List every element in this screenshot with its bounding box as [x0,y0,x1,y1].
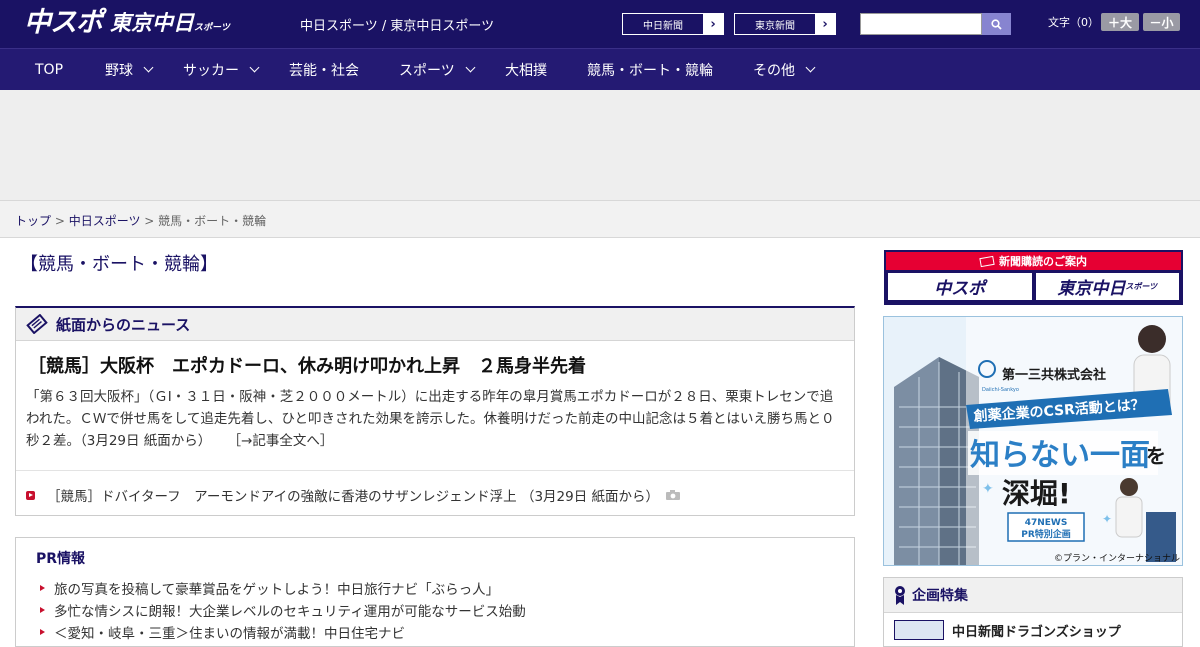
nav-soccer[interactable]: サッカー [183,49,260,90]
pr-item[interactable]: ＜愛知・岐阜・三重＞住まいの情報が満載！中日住宅ナビ [40,622,405,642]
subscription-header[interactable]: 新聞購読のご案内 [886,252,1181,270]
ad-badge2: PR特別企画 [1021,528,1071,540]
subscription-title: 新聞購読のご案内 [999,255,1087,268]
logo-chunichi-sports[interactable]: 中スポ [24,6,103,40]
chevron-down-icon [805,62,816,73]
pr-title: PR情報 [36,551,86,567]
chunichi-shimbun-button[interactable]: 中日新聞 › [622,13,724,35]
video-play-icon [26,490,35,500]
search-button[interactable] [982,13,1011,35]
display-ad[interactable]: Daiichi-Sankyo 第一三共株式会社 創薬企業のCSR活動とは？ 知ら… [883,316,1183,566]
nav-sports[interactable]: スポーツ [399,49,476,90]
breadcrumb-top-link[interactable]: トップ [15,214,51,228]
nav-label: 芸能・社会 [289,62,359,79]
tokyo-shimbun-button[interactable]: 東京新聞 › [734,13,836,35]
subscribe-tokyo-chunichi-sports[interactable]: 東京中日 スポーツ [1035,273,1179,300]
header-bar: 中スポ 東京中日スポーツ 中日スポーツ / 東京中日スポーツ 中日新聞 › 東京… [0,0,1200,48]
nav-label: TOP [35,61,64,78]
nav-label: その他 [753,62,795,79]
ad-headline-wo: を [1146,444,1166,468]
nav-label: 大相撲 [505,62,547,79]
chevron-right-icon: › [703,14,723,34]
nav-baseball[interactable]: 野球 [105,49,154,90]
sub-news-item[interactable]: ［競馬］ドバイターフ アーモンドアイの強敵に香港のサザンレジェンド浮上 （3月2… [26,485,681,505]
page-title: 【競馬・ボート・競輪】 [20,254,218,275]
nav-entertainment[interactable]: 芸能・社会 [289,49,359,90]
chevron-down-icon [249,62,260,73]
ad-banner-space [0,90,1200,200]
sparkle-icon: ✦ [1102,512,1112,526]
ticket-icon [979,255,995,267]
lead-article-body: 「第６３回大阪杯」（ＧⅠ・３１日・阪神・芝２０００メートル）に出走する昨年の皐月… [26,386,844,452]
subscription-box: 新聞購読のご案内 中スポ 東京中日 スポーツ [884,250,1183,305]
nav-label: 野球 [105,62,133,79]
feature-box-header: 企画特集 [884,578,1182,613]
triangle-bullet-icon [40,585,45,591]
breadcrumb-separator: > [51,214,69,228]
pr-item[interactable]: 旅の写真を投稿して豪華賞品をゲットしよう！中日旅行ナビ「ぶらっ人」 [40,578,499,598]
search-input[interactable] [860,13,982,35]
newspaper-icon [26,314,48,334]
nav-other[interactable]: その他 [753,49,816,90]
nav-sumo[interactable]: 大相撲 [505,49,547,90]
chevron-right-icon: › [815,14,835,34]
pr-item-text: 旅の写真を投稿して豪華賞品をゲットしよう！中日旅行ナビ「ぶらっ人」 [54,582,500,598]
news-box-title: 紙面からのニュース [56,315,191,334]
nav-keiba[interactable]: 競馬・ボート・競輪 [587,49,713,90]
nav-label: スポーツ [399,62,455,79]
font-bigger-button[interactable]: ＋大 [1101,13,1139,31]
ribbon-medal-icon [895,586,905,605]
news-box-header: 紙面からのニュース [16,308,854,341]
news-box: 紙面からのニュース ［競馬］大阪杯 エポカドーロ、休み明け叩かれ上昇 ２馬身半先… [15,306,855,516]
feature-item[interactable]: 中日新聞ドラゴンズショップ [894,620,1121,640]
main-nav: TOP 野球 サッカー 芸能・社会 スポーツ 大相撲 競馬・ボート・競輪 その他 [0,48,1200,90]
breadcrumb: トップ > 中日スポーツ > 競馬・ボート・競輪 [15,212,266,229]
subscribe-chunichi-sports[interactable]: 中スポ [888,273,1032,300]
feature-box: 企画特集 中日新聞ドラゴンズショップ [883,577,1183,647]
pr-item-text: ＜愛知・岐阜・三重＞住まいの情報が満載！中日住宅ナビ [54,626,405,642]
nav-label: 競馬・ボート・競輪 [587,62,713,79]
pr-box: PR情報 旅の写真を投稿して豪華賞品をゲットしよう！中日旅行ナビ「ぶらっ人」 多… [15,537,855,647]
subscribe-tokyo-small: スポーツ [1125,282,1158,291]
ad-company: 第一三共株式会社 [1002,367,1106,383]
divider [16,470,854,471]
ad-headline1: 知らない一面 [970,438,1150,473]
feature-box-title: 企画特集 [912,588,968,604]
pr-item-text: 多忙な情シスに朗報！大企業レベルのセキュリティ運用が可能なサービス始動 [54,604,526,620]
font-smaller-button[interactable]: －小 [1143,13,1180,31]
nav-label: サッカー [183,62,239,79]
font-size-label: 文字（0） [1048,16,1099,29]
chevron-down-icon [465,62,476,73]
feature-thumbnail [894,620,944,640]
tokyo-shimbun-label: 東京新聞 [735,14,815,34]
logo-tokyo-text: 東京中日 [110,11,194,35]
logo-tokyo-chunichi-sports[interactable]: 東京中日スポーツ [110,8,230,43]
camera-icon [666,490,681,500]
breadcrumb-bar: トップ > 中日スポーツ > 競馬・ボート・競輪 [0,200,1200,238]
search-icon [991,18,1002,30]
breadcrumb-separator: > [140,214,159,228]
chunichi-shimbun-label: 中日新聞 [623,14,703,34]
ad-company-en: Daiichi-Sankyo [982,387,1019,393]
site-title: 中日スポーツ / 東京中日スポーツ [300,19,495,34]
nav-top[interactable]: TOP [35,49,63,90]
sub-news-text: ［競馬］ドバイターフ アーモンドアイの強敵に香港のサザンレジェンド浮上 （3月2… [47,489,660,505]
lead-article-text: 「第６３回大阪杯」（ＧⅠ・３１日・阪神・芝２０００メートル）に出走する昨年の皐月… [26,389,835,449]
read-more-link[interactable]: ［→記事全文へ］ [228,433,334,449]
subscription-logos: 中スポ 東京中日 スポーツ [886,270,1181,303]
feature-item-text: 中日新聞ドラゴンズショップ [952,624,1121,640]
ad-artwork: Daiichi-Sankyo 第一三共株式会社 創薬企業のCSR活動とは？ 知ら… [884,317,1182,565]
logo-tokyo-small: スポーツ [194,23,230,33]
pr-item[interactable]: 多忙な情シスに朗報！大企業レベルのセキュリティ運用が可能なサービス始動 [40,600,526,620]
lead-article-title[interactable]: ［競馬］大阪杯 エポカドーロ、休み明け叩かれ上昇 ２馬身半先着 [28,352,586,378]
sparkle-icon: ✦ [982,481,994,497]
breadcrumb-current: 競馬・ボート・競輪 [158,214,267,228]
ad-credit: ©プラン・インターナショナル [1054,553,1180,564]
chevron-down-icon [143,62,154,73]
ad-badge1: 47NEWS [1025,518,1068,528]
subscribe-tokyo-text: 東京中日 [1057,279,1126,299]
ad-headline2: 深堀! [1002,477,1071,510]
breadcrumb-chunichi-link[interactable]: 中日スポーツ [69,214,141,228]
triangle-bullet-icon [40,607,45,613]
